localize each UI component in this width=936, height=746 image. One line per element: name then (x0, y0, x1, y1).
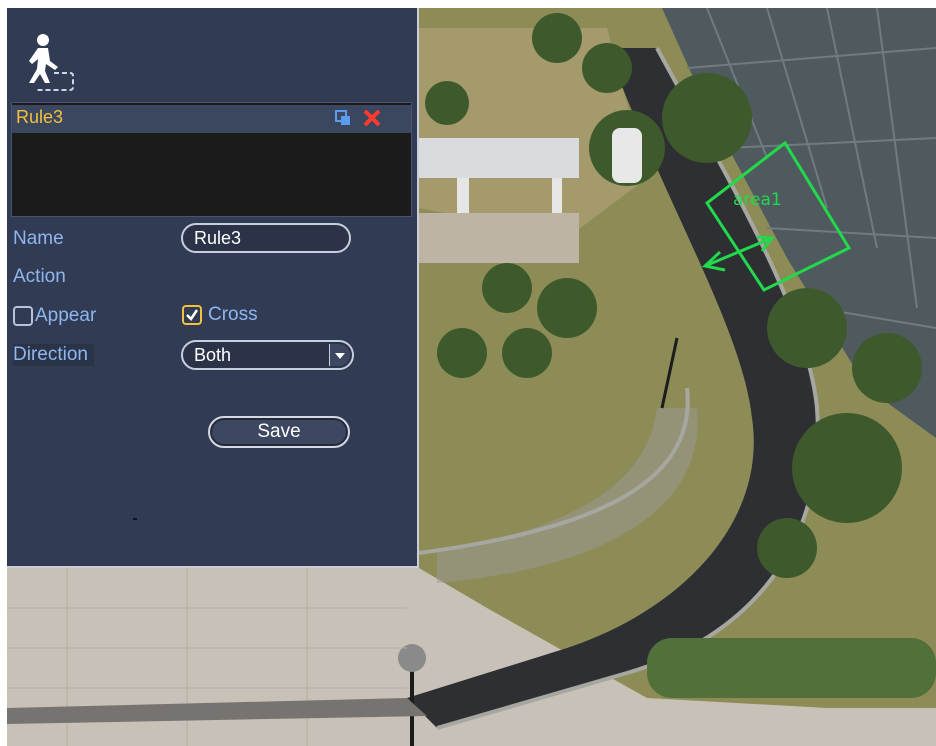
direction-value: Both (194, 345, 232, 365)
copy-icon[interactable] (335, 110, 351, 126)
dropdown-arrow[interactable] (329, 344, 350, 366)
rule-list-item[interactable]: Rule3 (12, 105, 411, 133)
rule-list[interactable]: Rule3 (11, 102, 412, 217)
checkmark-icon (186, 309, 199, 321)
appear-checkbox[interactable] (13, 306, 33, 326)
direction-dropdown[interactable]: Both (181, 340, 354, 370)
name-input[interactable]: Rule3 (181, 223, 351, 253)
cross-label: Cross (208, 304, 258, 325)
rule-name: Rule3 (16, 107, 64, 127)
action-label: Action (13, 266, 66, 287)
appear-label: Appear (35, 305, 97, 326)
cross-checkbox[interactable] (182, 305, 202, 325)
person-crossing-icon (29, 34, 74, 91)
delete-icon[interactable] (362, 108, 382, 128)
area-label: area1 (733, 190, 782, 210)
cursor-mark (133, 518, 137, 520)
direction-label: Direction (13, 344, 94, 366)
chevron-down-icon (335, 353, 345, 359)
save-button[interactable]: Save (208, 416, 350, 448)
rule-settings-panel: Rule3 Name Rule3 Action Appear Cross Dir… (7, 8, 419, 568)
name-label: Name (13, 228, 64, 249)
